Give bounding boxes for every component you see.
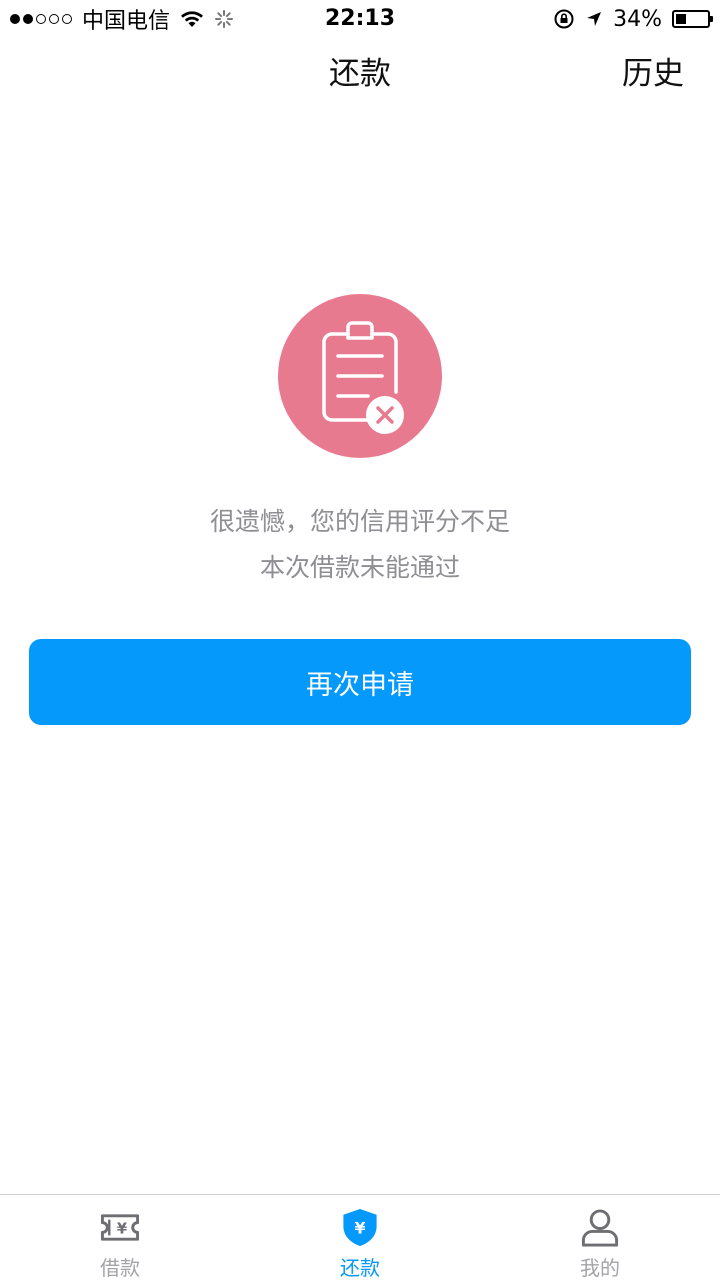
reapply-button[interactable]: 再次申请: [29, 639, 691, 725]
repay-shield-icon: ¥: [343, 1208, 377, 1247]
tab-loan-label: 借款: [100, 1256, 140, 1280]
tab-repay[interactable]: ¥ 还款: [240, 1195, 480, 1280]
reapply-button-label: 再次申请: [306, 669, 414, 701]
result-message-line1: 很遗憾，您的信用评分不足: [209, 507, 510, 536]
tab-repay-label: 还款: [340, 1256, 380, 1280]
result-message-line2: 本次借款未能通过: [259, 553, 460, 582]
status-bar: 中国电信 22:13 34%: [0, 0, 720, 38]
user-icon: [581, 1209, 619, 1247]
location-arrow-icon: [587, 12, 602, 26]
status-right: 34%: [553, 0, 713, 38]
tab-bar: ¥ 借款 ¥ 还款 我的: [0, 1194, 720, 1280]
tab-loan[interactable]: ¥ 借款: [0, 1195, 240, 1280]
screen: 中国电信 22:13 34% 还款 历史 很遗憾，您的信用评分不足 本次借款未能…: [0, 0, 720, 1280]
history-button[interactable]: 历史: [622, 38, 684, 110]
battery-icon: [672, 10, 713, 28]
battery-percent: 34%: [613, 6, 662, 32]
svg-text:¥: ¥: [117, 1220, 127, 1237]
tab-mine[interactable]: 我的: [480, 1195, 720, 1280]
navigation-bar: 还款 历史: [0, 38, 720, 110]
svg-text:¥: ¥: [355, 1219, 366, 1237]
loan-ticket-icon: ¥: [100, 1214, 140, 1241]
tab-mine-label: 我的: [580, 1256, 620, 1280]
clipboard-rejected-icon: [278, 294, 442, 458]
page-title: 还款: [329, 56, 391, 92]
orientation-lock-icon: [554, 9, 574, 29]
